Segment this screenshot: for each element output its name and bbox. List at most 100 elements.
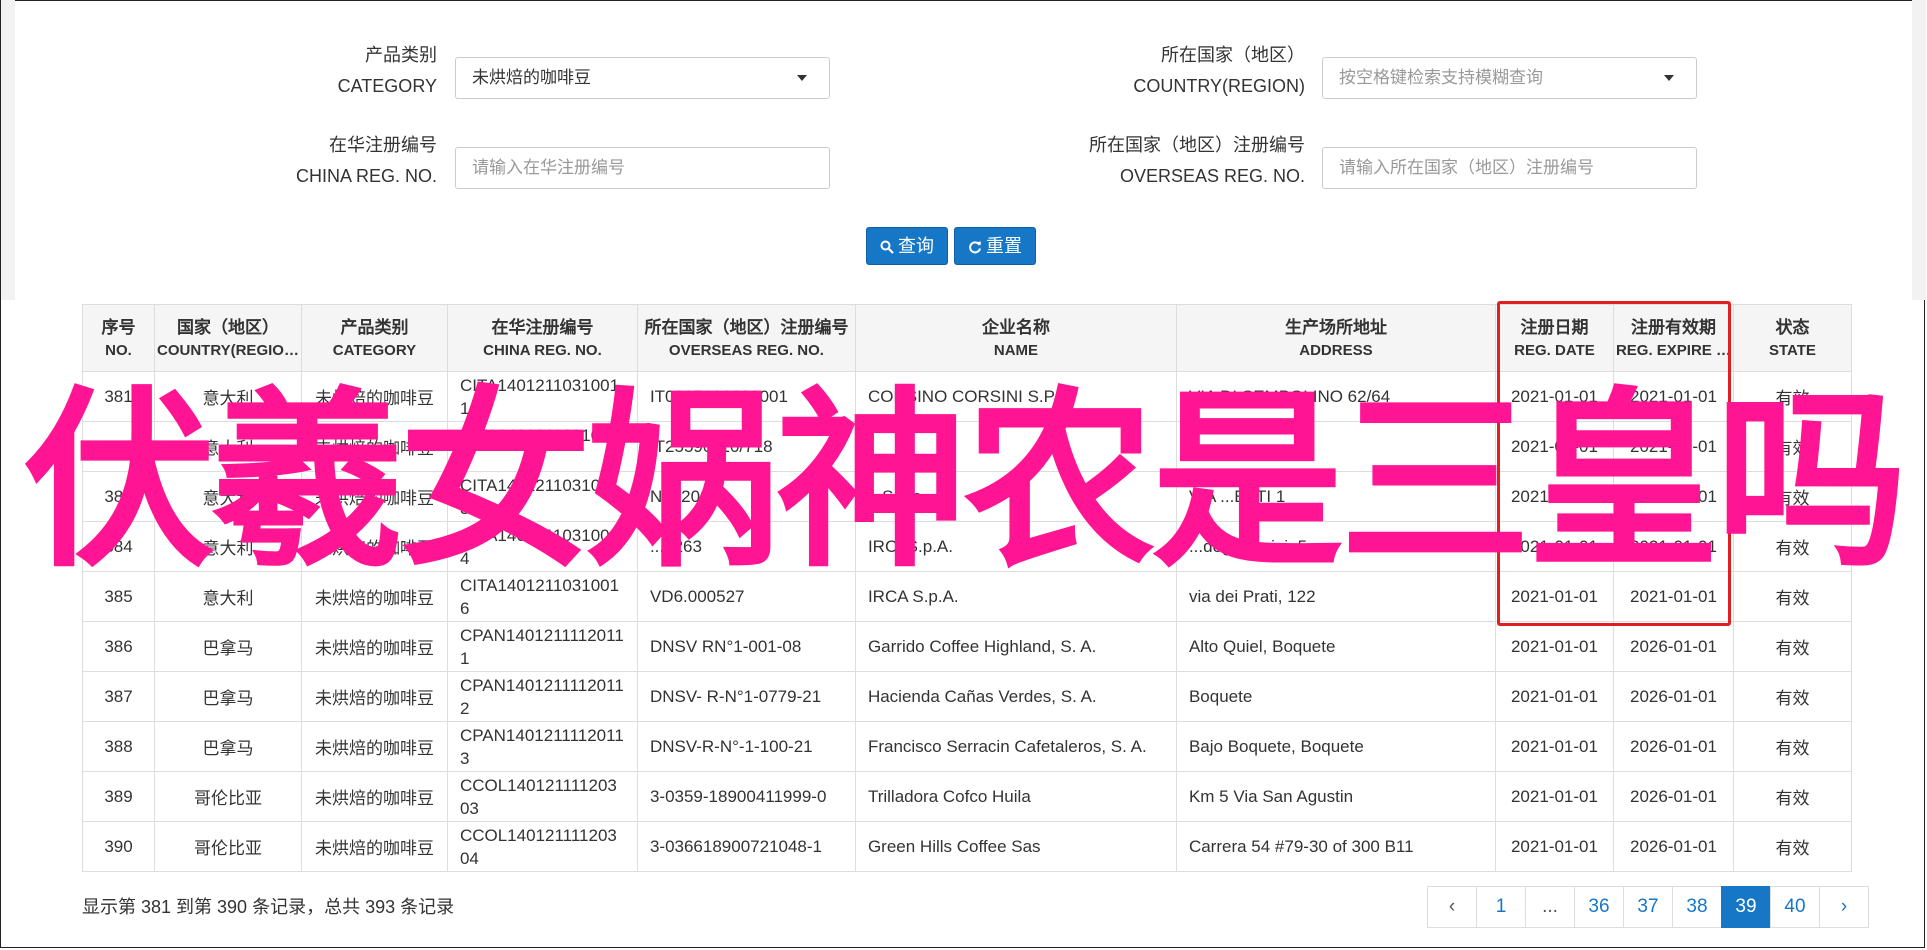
- column-header[interactable]: 注册日期 REG. DATE: [1494, 304, 1614, 372]
- reg-expire-cell: 2026-01-01: [1612, 821, 1734, 872]
- column-header[interactable]: 产品类别 CATEGORY: [300, 304, 448, 372]
- category-cell: 未烘焙的咖啡豆: [300, 471, 448, 522]
- china-reg-cell: CITA14012110310012: [446, 421, 638, 472]
- column-header-cn: 生产场所地址: [1284, 318, 1387, 337]
- country-label-en: COUNTRY(REGION): [1133, 76, 1305, 96]
- results-table: 序号 NO. 国家（地区） COUNTRY(REGIO… 产品类别 CATEGORY 在华注…: [82, 304, 1852, 872]
- address-cell: Alto Quiel, Boquete: [1175, 621, 1496, 672]
- name-cell: CORSINO CORSINI S.P.A.: [854, 371, 1177, 422]
- china-reg-cell: CITA14012110310016: [446, 571, 638, 622]
- column-header[interactable]: 注册有效期 REG. EXPIRE …: [1612, 304, 1734, 372]
- category-select-value: 未烘焙的咖啡豆: [472, 68, 591, 87]
- country-cell: 意大利: [154, 471, 302, 522]
- reset-button[interactable]: 重置: [954, 227, 1036, 265]
- table-header-row: 序号 NO. 国家（地区） COUNTRY(REGIO… 产品类别 CATEGORY 在华注…: [82, 304, 1852, 372]
- column-header-cn: 注册日期: [1520, 318, 1589, 337]
- reg-expire-cell: 2026-01-01: [1612, 721, 1734, 772]
- category-label-cn: 产品类别: [365, 45, 437, 65]
- right-scrollbar[interactable]: [1912, 0, 1926, 300]
- page-button[interactable]: 1: [1476, 886, 1526, 928]
- column-header-cn: 注册有效期: [1630, 318, 1716, 337]
- column-header-cn: 序号: [101, 318, 136, 337]
- country-select[interactable]: 按空格键检索支持模糊查询: [1322, 57, 1697, 99]
- column-header-en: NAME: [993, 342, 1039, 359]
- table-row[interactable]: 385 意大利 未烘焙的咖啡豆 CITA14012110310016 VD6.00052…: [82, 571, 1852, 622]
- page-button[interactable]: 39: [1721, 886, 1771, 928]
- column-header[interactable]: 国家（地区） COUNTRY(REGIO…: [154, 304, 302, 372]
- reg-expire-cell: 2021-01-01: [1612, 471, 1734, 522]
- column-header[interactable]: 生产场所地址 ADDRESS: [1175, 304, 1496, 372]
- china-reg-input[interactable]: 请输入在华注册编号: [455, 147, 830, 189]
- china-reg-cell: CITA14012110310013: [446, 471, 638, 522]
- column-header-en: ADDRESS: [1299, 342, 1373, 359]
- prev-page-button[interactable]: ‹: [1427, 886, 1477, 928]
- reg-expire-cell: 2026-01-01: [1612, 671, 1734, 722]
- reg-expire-cell: 2021-01-01: [1612, 571, 1734, 622]
- column-header-cn: 所在国家（地区）注册编号: [644, 318, 849, 337]
- column-header-en: NO.: [105, 342, 132, 359]
- table-row[interactable]: 388 巴拿马 未烘焙的咖啡豆 CPAN14012111120113 DNSV-R-N°…: [82, 721, 1852, 772]
- column-header[interactable]: 企业名称 NAME: [854, 304, 1177, 372]
- country-cell: 巴拿马: [154, 671, 302, 722]
- search-button[interactable]: 查询: [866, 227, 948, 265]
- reg-date-cell: 2021-01-01: [1494, 371, 1614, 422]
- table-row[interactable]: 387 巴拿马 未烘焙的咖啡豆 CPAN14012111120112 DNSV- R-N…: [82, 671, 1852, 722]
- table-row[interactable]: 384 意大利 未烘焙的咖啡豆 CITA14012110310014 ...0263 IR…: [82, 521, 1852, 572]
- table-row[interactable]: 382 意大利 未烘焙的咖啡豆 CITA14012110310012 IT2559011…: [82, 421, 1852, 472]
- overseas-reg-input[interactable]: 请输入所在国家（地区）注册编号: [1322, 147, 1697, 189]
- state-cell: 有效: [1732, 821, 1852, 872]
- row-number: 386: [82, 621, 155, 672]
- reg-date-cell: 2021-01-01: [1494, 771, 1614, 822]
- row-number: 390: [82, 821, 155, 872]
- category-select[interactable]: 未烘焙的咖啡豆: [455, 57, 830, 99]
- overseas-reg-label-en: OVERSEAS REG. NO.: [1119, 166, 1305, 186]
- table-row[interactable]: 381 意大利 未烘焙的咖啡豆 CITA14012110310011 IT0905101…: [82, 371, 1852, 422]
- page-button[interactable]: 40: [1770, 886, 1820, 928]
- table-row[interactable]: 386 巴拿马 未烘焙的咖啡豆 CPAN14012111120111 DNSV RN°1…: [82, 621, 1852, 672]
- china-reg-cell: CITA14012110310014: [446, 521, 638, 572]
- overseas-reg-cell: 3-0359-18900411999-0: [636, 771, 856, 822]
- reg-expire-cell: 2021-01-01: [1612, 421, 1734, 472]
- country-label: 所在国家（地区） COUNTRY(REGION): [1000, 40, 1305, 102]
- column-header-cn: 在华注册编号: [491, 318, 594, 337]
- address-cell: [1175, 421, 1496, 472]
- state-cell: 有效: [1732, 621, 1852, 672]
- table-row[interactable]: 389 哥伦比亚 未烘焙的咖啡豆 CCOL14012111120303 3-0359-1…: [82, 771, 1852, 822]
- state-cell: 有效: [1732, 571, 1852, 622]
- page-button[interactable]: 37: [1623, 886, 1673, 928]
- column-header-en: STATE: [1769, 342, 1816, 359]
- china-reg-label-cn: 在华注册编号: [329, 135, 437, 155]
- country-cell: 意大利: [154, 371, 302, 422]
- column-header[interactable]: 在华注册编号 CHINA REG. NO.: [446, 304, 638, 372]
- country-cell: 巴拿马: [154, 621, 302, 672]
- table-row[interactable]: 390 哥伦比亚 未烘焙的咖啡豆 CCOL14012111120304 3-036618…: [82, 821, 1852, 872]
- column-header[interactable]: 所在国家（地区）注册编号 OVERSEAS REG. NO.: [636, 304, 856, 372]
- name-cell: IRCA S.p.A.: [854, 571, 1177, 622]
- overseas-reg-cell: N.../2006: [636, 471, 856, 522]
- table-row[interactable]: 383 意大利 未烘焙的咖啡豆 CITA14012110310013 N.../2006…: [82, 471, 1852, 522]
- china-reg-placeholder: 请输入在华注册编号: [472, 158, 625, 177]
- page-button[interactable]: 36: [1574, 886, 1624, 928]
- reg-date-cell: 2021-01-01: [1494, 821, 1614, 872]
- column-header-en: CATEGORY: [332, 342, 417, 359]
- page-ellipsis[interactable]: ...: [1525, 886, 1575, 928]
- column-header-en: COUNTRY(REGIO…: [157, 342, 299, 359]
- column-header-en: REG. DATE: [1514, 342, 1595, 359]
- column-header-en: REG. EXPIRE …: [1615, 342, 1731, 359]
- column-header[interactable]: 序号 NO.: [82, 304, 155, 372]
- row-number: 389: [82, 771, 155, 822]
- address-cell: via dei Prati, 122: [1175, 571, 1496, 622]
- category-cell: 未烘焙的咖啡豆: [300, 721, 448, 772]
- category-cell: 未烘焙的咖啡豆: [300, 671, 448, 722]
- category-cell: 未烘焙的咖啡豆: [300, 771, 448, 822]
- china-reg-cell: CPAN14012111120112: [446, 671, 638, 722]
- address-cell: VIA DI SEMBOLINO 62/64: [1175, 371, 1496, 422]
- column-header[interactable]: 状态 STATE: [1732, 304, 1852, 372]
- state-cell: 有效: [1732, 521, 1852, 572]
- row-number: 387: [82, 671, 155, 722]
- name-cell: [854, 421, 1177, 472]
- name-cell: IRC. S.p.A.: [854, 521, 1177, 572]
- page-button[interactable]: 38: [1672, 886, 1722, 928]
- next-page-button[interactable]: ›: [1819, 886, 1869, 928]
- country-cell: 哥伦比亚: [154, 821, 302, 872]
